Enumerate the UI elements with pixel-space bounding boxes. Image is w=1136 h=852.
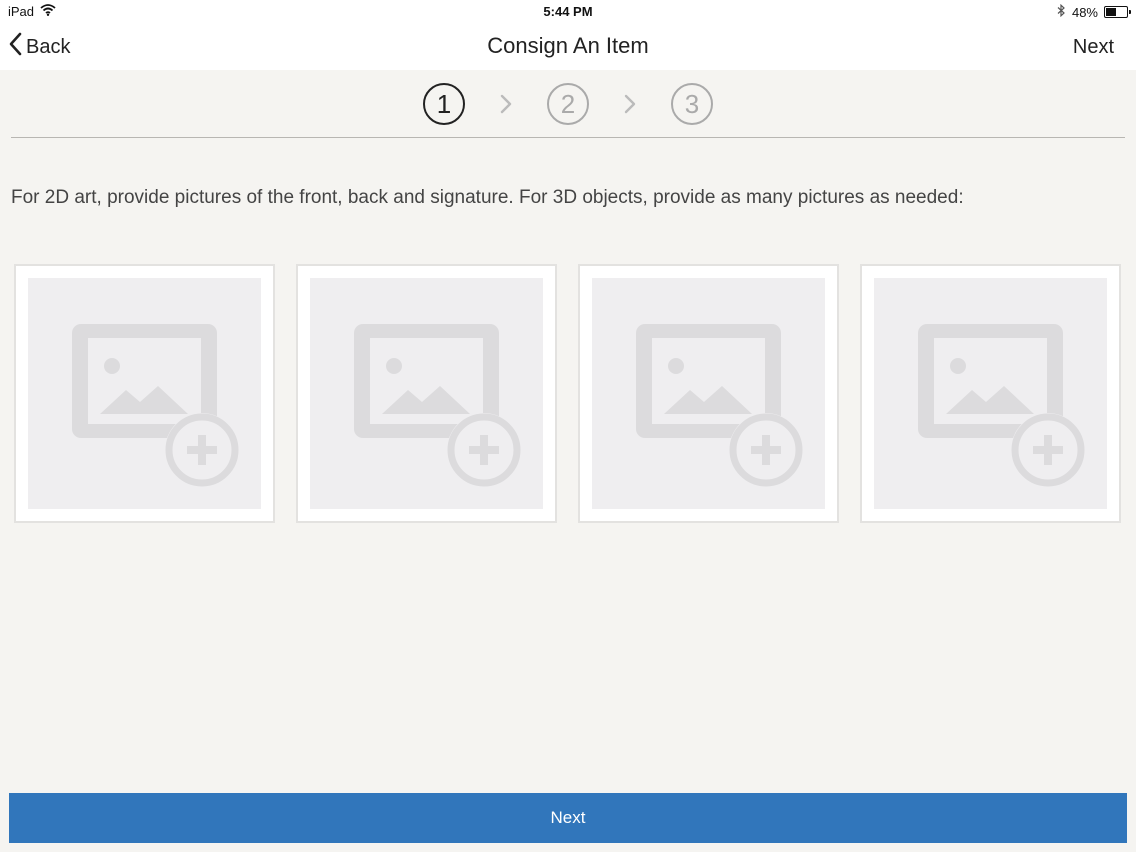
battery-fill [1106,8,1116,16]
instructions-text: For 2D art, provide pictures of the fron… [11,187,964,208]
battery-percent: 48% [1071,4,1098,20]
step-indicator: 1 2 3 [0,82,1136,126]
photo-slot-2[interactable] [296,264,557,523]
bluetooth-icon [1057,3,1066,20]
photo-placeholder [28,278,261,509]
step-3: 3 [671,83,713,125]
chevron-right-icon [589,94,671,114]
next-button[interactable]: Next [9,793,1127,843]
add-photo-icon [636,324,803,487]
page-title: Consign An Item [487,33,649,58]
divider [11,137,1125,138]
step-1: 1 [423,83,465,125]
photo-slot-3[interactable] [578,264,839,523]
photo-slot-1[interactable] [14,264,275,523]
add-photo-icon [354,324,521,487]
photo-placeholder [874,278,1107,509]
status-time: 5:44 PM [543,4,593,19]
battery-icon [1104,6,1131,18]
add-photo-icon [918,324,1085,487]
navigation-bar: Back Consign An Item Next [0,24,1136,70]
photo-placeholder [310,278,543,509]
chevron-right-icon [465,94,547,114]
photo-placeholder [592,278,825,509]
nav-next-button[interactable]: Next [1073,36,1114,59]
photo-slot-4[interactable] [860,264,1121,523]
status-right: 48% [1057,3,1131,20]
step-2: 2 [547,83,589,125]
status-bar: iPad 5:44 PM 48% [0,0,1136,24]
add-photo-icon [72,324,239,487]
